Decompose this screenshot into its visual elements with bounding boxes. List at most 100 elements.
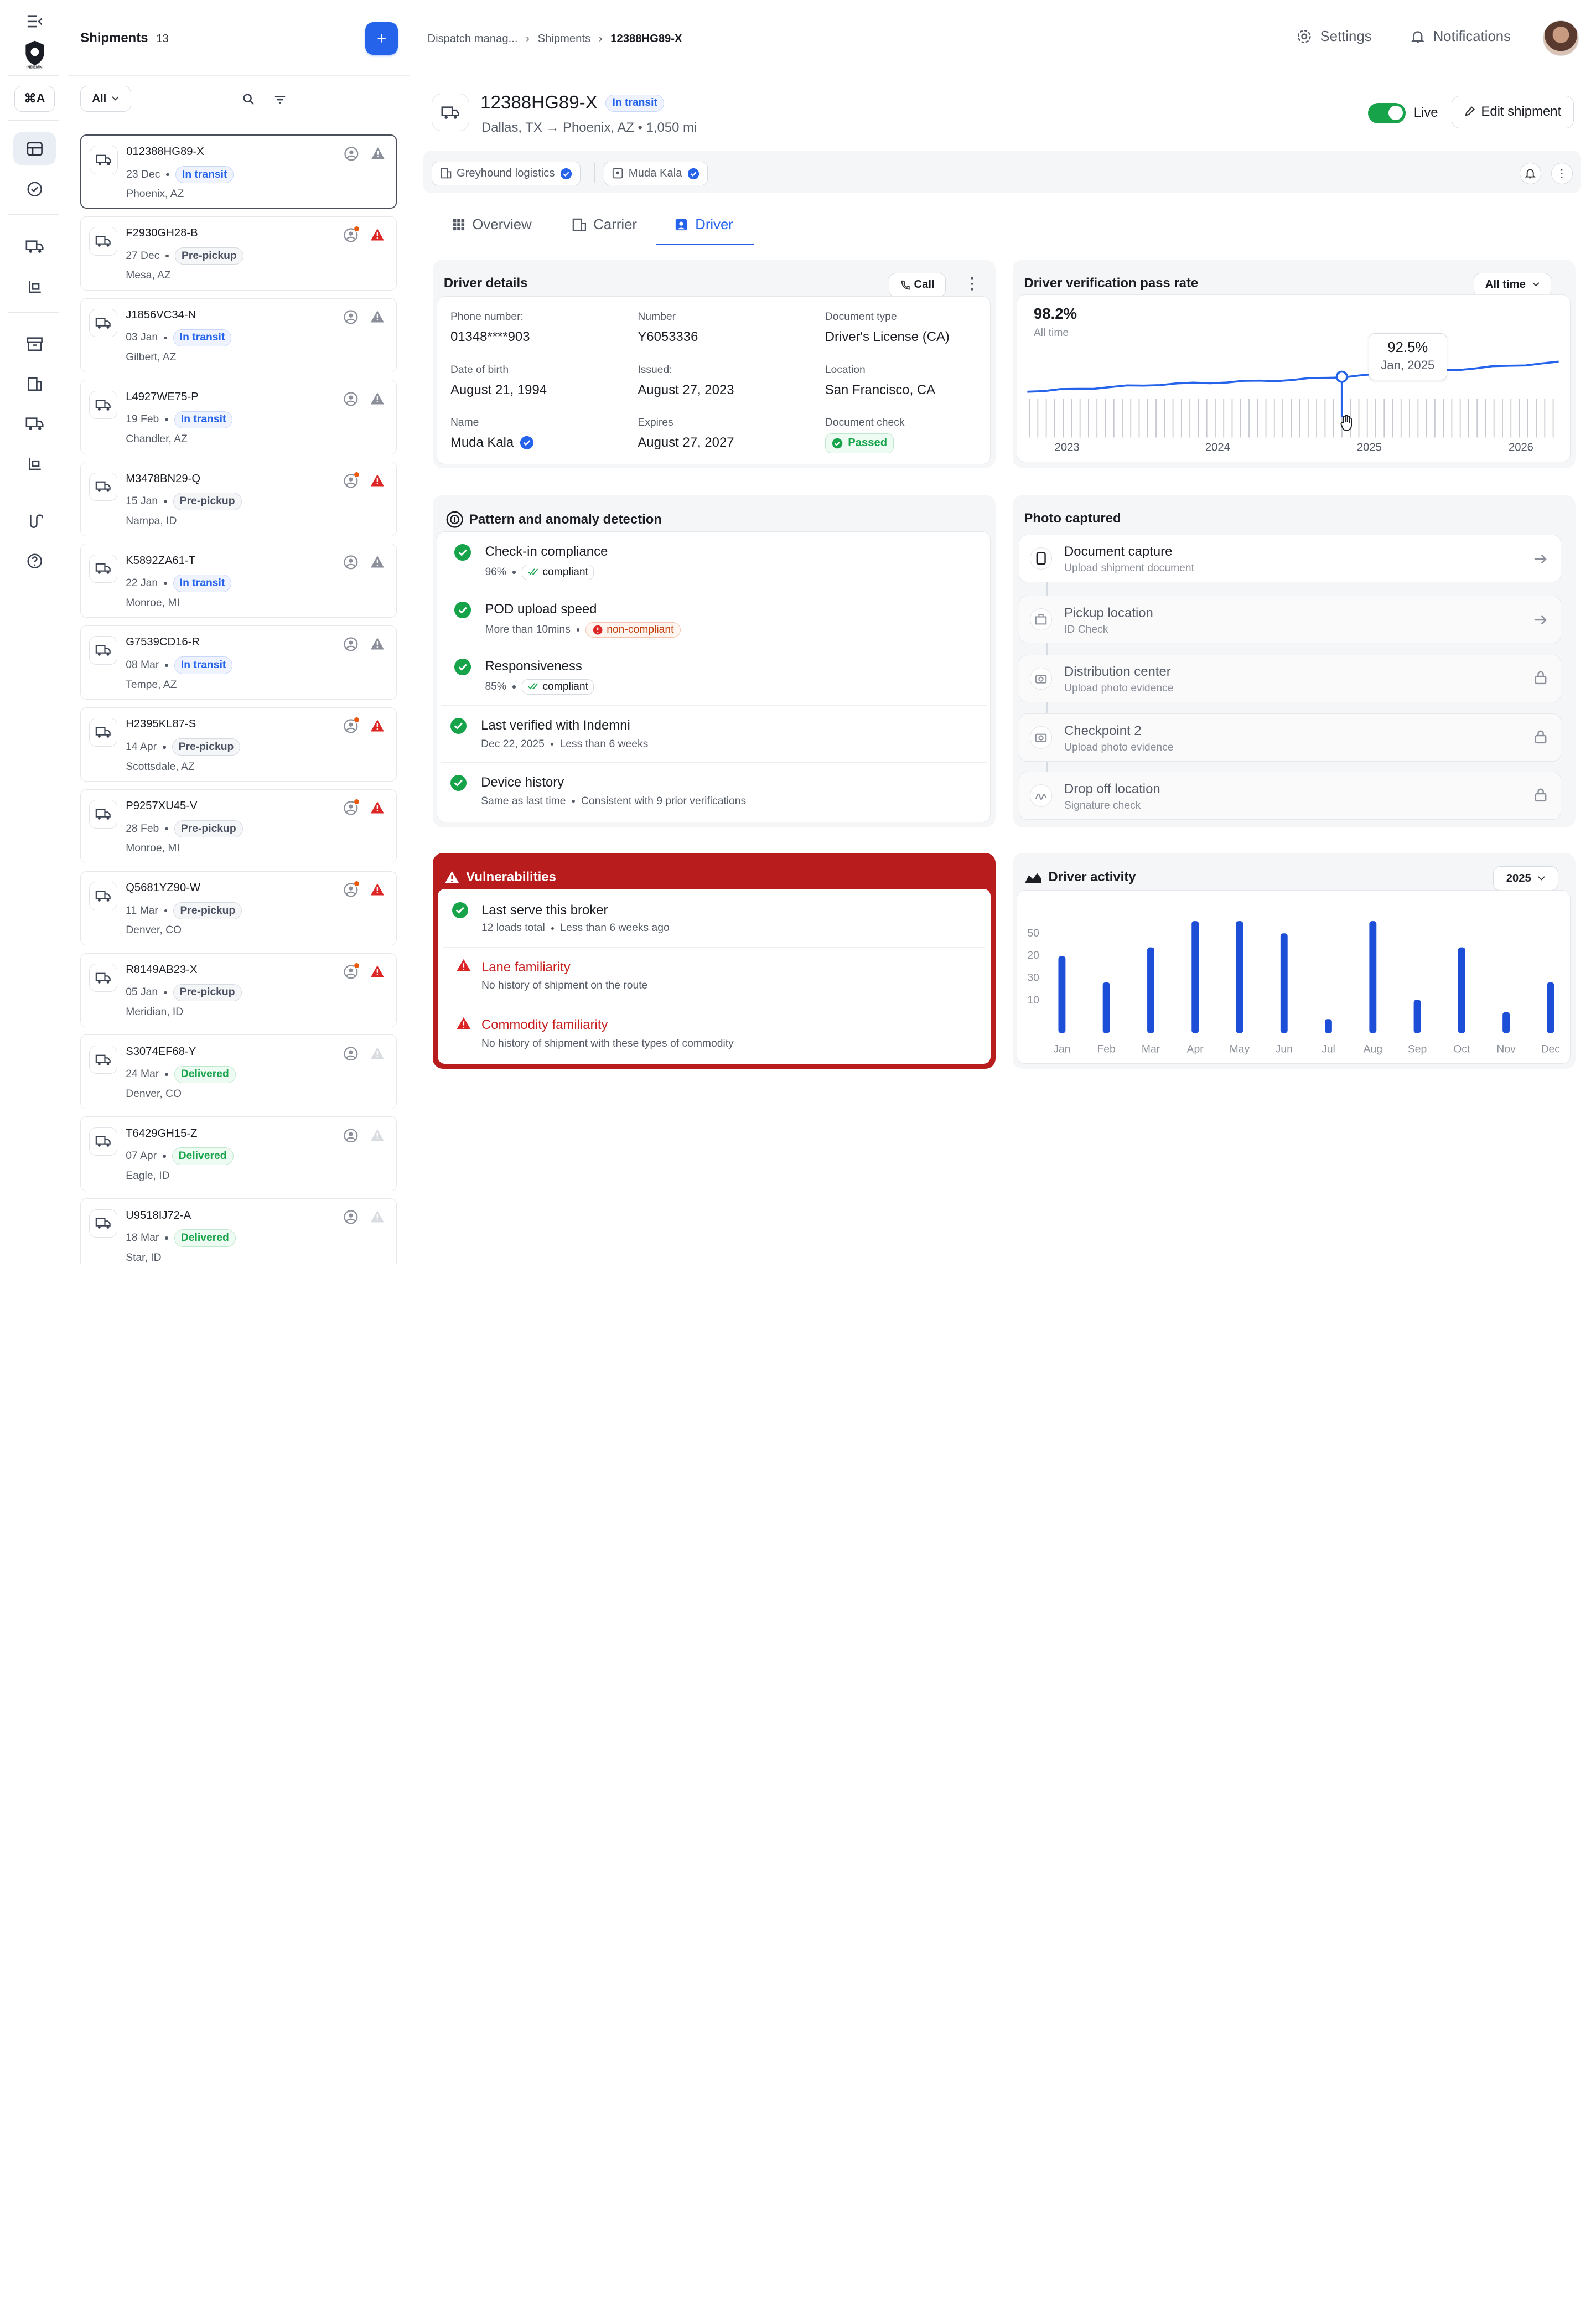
command-shortcut-button[interactable]: ⌘A xyxy=(14,85,55,112)
activity-bar-jan[interactable] xyxy=(1058,955,1066,1033)
shipment-card[interactable]: U9518IJ72-A 18 Mar Delivered Star, ID xyxy=(80,1198,397,1264)
breadcrumb-dispatch[interactable]: Dispatch manag... xyxy=(427,33,517,45)
filter-icon[interactable] xyxy=(274,91,286,110)
activity-bar-jul[interactable] xyxy=(1325,1018,1333,1033)
shipment-card[interactable]: H2395KL87-S 14 Apr Pre-pickup Scottsdale,… xyxy=(80,707,397,782)
arrow-right-icon[interactable] xyxy=(1533,612,1547,630)
status-filter-dropdown[interactable]: All xyxy=(80,85,132,112)
route-icon[interactable] xyxy=(13,505,56,537)
dashboard-icon[interactable] xyxy=(13,132,56,165)
photo-step-row[interactable]: Distribution center Upload photo evidenc… xyxy=(1019,654,1562,703)
verified-badge-icon[interactable] xyxy=(13,173,56,206)
tab-carrier[interactable]: Carrier xyxy=(572,217,637,233)
vulnerabilities-card: Last serve this broker 12 loads total Les… xyxy=(437,888,991,1064)
user-circle-icon xyxy=(344,310,358,324)
activity-bar-apr[interactable] xyxy=(1191,920,1199,1033)
pattern-card: Check-in compliance 96% compliant POD upl… xyxy=(437,531,991,823)
issued-value: August 27, 2023 xyxy=(638,382,734,397)
live-toggle[interactable]: Live xyxy=(1368,102,1438,123)
photo-step-sub: Upload photo evidence xyxy=(1064,682,1174,695)
photo-step-row[interactable]: Drop off location Signature check xyxy=(1019,772,1562,820)
vulnerability-meta: No history of shipment with these types … xyxy=(481,1038,734,1050)
add-shipment-button[interactable]: + xyxy=(365,22,398,55)
vulnerability-meta-secondary: Less than 6 weeks ago xyxy=(560,922,670,934)
shipment-card[interactable]: L4927WE75-P 19 Feb In transit Chandler, A… xyxy=(80,380,397,454)
alert-bell-button[interactable] xyxy=(1520,163,1541,184)
photo-step-sub: Signature check xyxy=(1064,799,1141,811)
y-tick-label: 30 xyxy=(1028,972,1039,984)
driver-chip[interactable]: Muda Kala xyxy=(603,162,708,185)
brand-logo: INDEMNI xyxy=(13,37,56,71)
more-options-icon[interactable]: ⋮ xyxy=(964,274,980,293)
activity-bar-mar[interactable] xyxy=(1147,947,1155,1033)
shipment-card[interactable]: F2930GH28-B 27 Dec Pre-pickup Mesa, AZ xyxy=(80,216,397,291)
activity-bar-aug[interactable] xyxy=(1369,920,1377,1033)
edit-shipment-button[interactable]: Edit shipment xyxy=(1451,95,1574,128)
shipment-card[interactable]: K5892ZA61-T 22 Jan In transit Monroe, MI xyxy=(80,544,397,618)
check-meta: Dec 22, 2025 Less than 6 weeks xyxy=(481,738,648,751)
carrier-chip[interactable]: Greyhound logistics xyxy=(431,162,581,185)
truck-icon[interactable] xyxy=(13,407,56,440)
dolly-icon[interactable] xyxy=(13,448,56,480)
shipment-card[interactable]: M3478BN29-Q 15 Jan Pre-pickup Nampa, ID xyxy=(80,462,397,536)
activity-bar-nov[interactable] xyxy=(1502,1012,1510,1033)
phone-icon xyxy=(901,280,910,290)
activity-bar-dec[interactable] xyxy=(1547,982,1554,1033)
year-tick-2023: 2023 xyxy=(1055,441,1080,453)
location-label: Location xyxy=(825,364,866,376)
tab-driver[interactable]: Driver xyxy=(675,217,733,233)
collapse-menu-icon[interactable] xyxy=(13,8,56,35)
photo-step-row[interactable]: Checkpoint 2 Upload photo evidence xyxy=(1019,713,1562,762)
photo-step-row[interactable]: Pickup location ID Check xyxy=(1019,595,1562,644)
pattern-title: Pattern and anomaly detection xyxy=(469,511,662,527)
shipment-card[interactable]: P9257XU45-V 28 Feb Pre-pickup Monroe, MI xyxy=(80,789,397,864)
shipment-card[interactable]: R8149AB23-X 05 Jan Pre-pickup Meridian, I… xyxy=(80,953,397,1027)
settings-button[interactable]: Settings xyxy=(1297,29,1372,45)
activity-bar-feb[interactable] xyxy=(1103,982,1110,1033)
shipment-date: 24 Mar xyxy=(126,1068,159,1080)
activity-card: 50 20 30 10 Jan Feb Mar Apr May Jun Jul Aug Sep Oct No… xyxy=(1017,889,1571,1064)
check-title: Last verified with Indemni xyxy=(481,717,630,733)
shipment-location: Denver, CO xyxy=(126,1088,182,1100)
lock-icon xyxy=(1535,730,1547,748)
shipment-card[interactable]: J1856VC34-N 03 Jan In transit Gilbert, AZ xyxy=(80,298,397,372)
shipment-id: M3478BN29-Q xyxy=(126,472,201,485)
building-icon[interactable] xyxy=(13,368,56,400)
shipment-card[interactable]: S3074EF68-Y 24 Mar Delivered Denver, CO xyxy=(80,1034,397,1109)
search-icon[interactable] xyxy=(242,91,255,110)
tab-overview[interactable]: Overview xyxy=(452,217,532,233)
x-tick-label: Apr xyxy=(1187,1043,1204,1055)
archive-icon[interactable] xyxy=(13,328,56,360)
activity-bar-jun[interactable] xyxy=(1281,933,1288,1033)
x-tick-label: Oct xyxy=(1454,1043,1471,1055)
activity-bar-oct[interactable] xyxy=(1458,947,1466,1033)
range-dropdown[interactable]: All time xyxy=(1474,272,1552,298)
avatar[interactable] xyxy=(1543,20,1579,56)
tab-carrier-label: Carrier xyxy=(593,216,637,232)
arrow-right-icon[interactable] xyxy=(1533,550,1547,569)
shipment-card[interactable]: Q5681YZ90-W 11 Mar Pre-pickup Denver, CO xyxy=(80,871,397,945)
shipment-card[interactable]: T6429GH15-Z 07 Apr Delivered Eagle, ID xyxy=(80,1116,397,1191)
truck-icon xyxy=(89,227,118,256)
help-icon[interactable] xyxy=(13,545,56,577)
shipment-header: 12388HG89-X In transit Dallas, TX → Phoe… xyxy=(431,90,1576,147)
truck-icon[interactable] xyxy=(13,230,56,263)
more-options-icon[interactable]: ⋮ xyxy=(1551,163,1573,184)
notifications-label: Notifications xyxy=(1433,28,1511,44)
verified-check-icon xyxy=(520,436,534,450)
shipment-card[interactable]: G7539CD16-R 08 Mar In transit Tempe, AZ xyxy=(80,625,397,700)
warning-icon xyxy=(371,147,385,159)
vulnerability-row: Lane familiarity No history of shipment … xyxy=(443,946,986,1004)
notifications-button[interactable]: Notifications xyxy=(1411,29,1511,45)
dolly-icon[interactable] xyxy=(13,271,56,303)
warning-icon xyxy=(370,965,384,977)
call-button[interactable]: Call xyxy=(888,272,946,298)
year-dropdown[interactable]: 2025 xyxy=(1493,866,1558,891)
shipment-card[interactable]: 012388HG89-X 23 Dec In transit Phoenix, A… xyxy=(80,134,397,209)
shipment-location: Chandler, AZ xyxy=(126,433,188,446)
photo-step-row[interactable]: Document capture Upload shipment documen… xyxy=(1019,534,1562,583)
breadcrumb-shipments[interactable]: Shipments xyxy=(538,33,591,45)
toggle-switch[interactable] xyxy=(1368,102,1406,123)
activity-bar-sep[interactable] xyxy=(1414,999,1421,1033)
activity-bar-may[interactable] xyxy=(1236,920,1243,1033)
